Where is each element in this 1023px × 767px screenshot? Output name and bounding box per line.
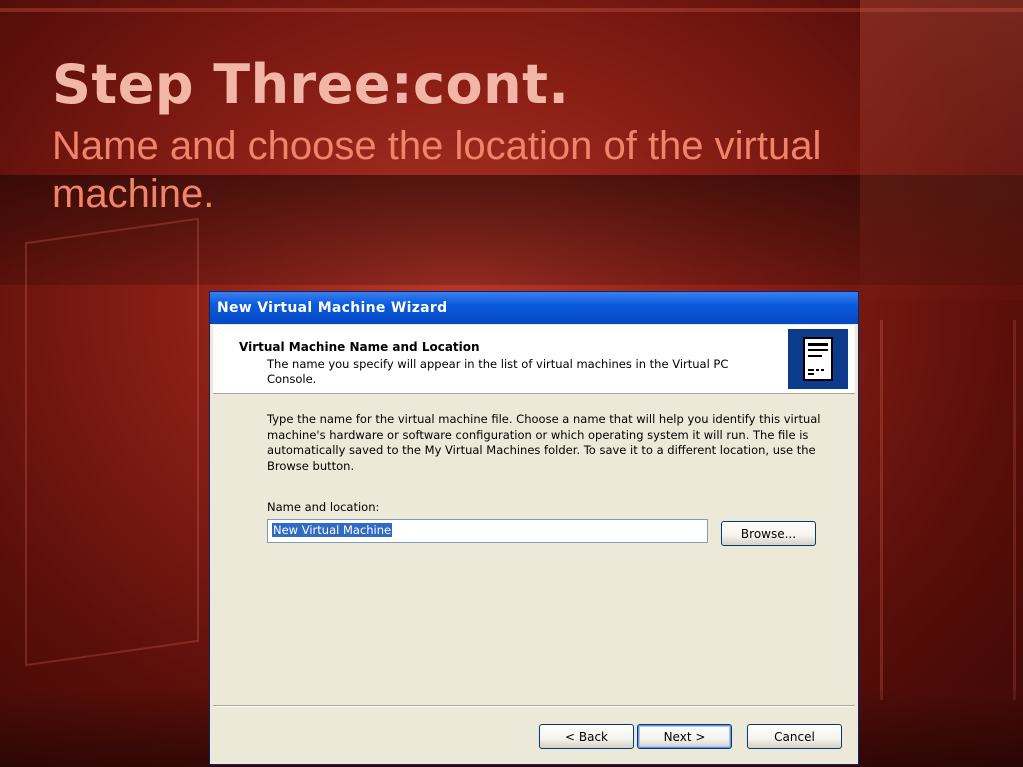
slide-title: Step Three:cont. [52, 53, 570, 116]
decorative-lines [880, 320, 1016, 700]
window-title: New Virtual Machine Wizard [217, 300, 448, 316]
header-description: The name you specify will appear in the … [267, 357, 729, 386]
name-location-input[interactable]: New Virtual Machine [267, 519, 708, 543]
computer-tower-icon [788, 329, 848, 389]
wizard-header: Virtual Machine Name and Location The na… [213, 325, 855, 394]
wizard-window: New Virtual Machine Wizard Virtual Machi… [209, 291, 859, 765]
cancel-button[interactable]: Cancel [747, 724, 842, 749]
slide-subtitle: Name and choose the location of the virt… [52, 124, 822, 216]
instruction-text: Type the name for the virtual machine fi… [267, 412, 821, 473]
window-titlebar[interactable]: New Virtual Machine Wizard [210, 292, 858, 324]
footer-separator [213, 705, 855, 707]
browse-button[interactable]: Browse... [721, 521, 816, 546]
next-button[interactable]: Next > [637, 724, 732, 749]
decorative-panel [25, 217, 199, 667]
name-location-value: New Virtual Machine [272, 523, 393, 537]
header-title: Virtual Machine Name and Location [239, 340, 480, 354]
back-button[interactable]: < Back [539, 724, 634, 749]
name-location-label: Name and location: [267, 500, 380, 514]
decorative-line [0, 8, 1023, 12]
